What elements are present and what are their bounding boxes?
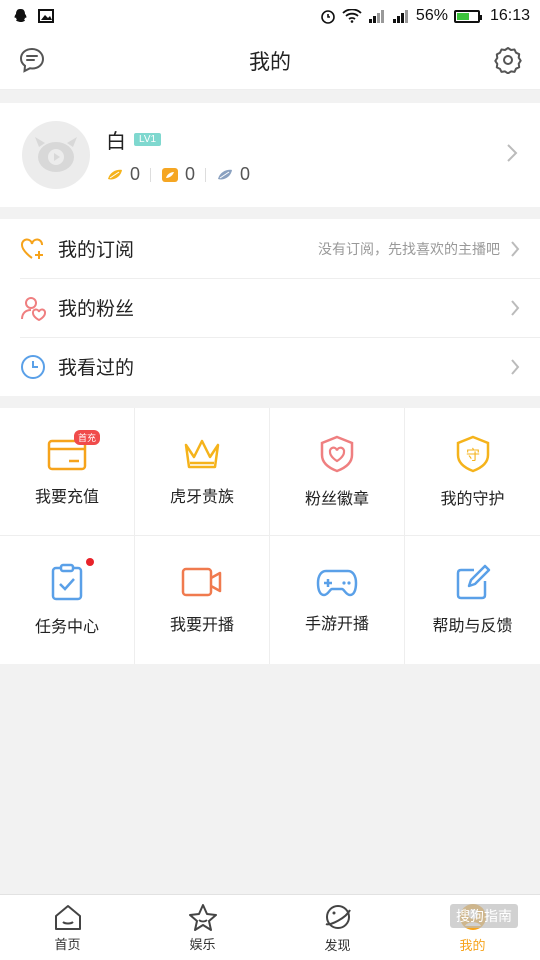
menu-item-history[interactable]: 我看过的 <box>0 337 540 396</box>
gamepad-icon <box>316 569 358 597</box>
status-bar: 56% 16:13 <box>0 0 540 32</box>
signal-icon-2 <box>392 10 408 23</box>
profile-name: 白 <box>106 131 126 153</box>
clock-icon <box>21 354 45 379</box>
grid-item-tasks[interactable]: 任务中心 <box>0 536 135 664</box>
video-camera-icon <box>181 567 222 597</box>
avatar[interactable] <box>22 121 90 189</box>
chevron-right-icon <box>511 240 520 257</box>
clock-time: 16:13 <box>489 7 530 24</box>
tab-home[interactable]: 首页 <box>0 895 135 960</box>
silver-bean-count: 0 <box>240 164 251 184</box>
menu-label: 我的订阅 <box>58 240 135 261</box>
tab-label: 发现 <box>324 937 351 953</box>
grid-item-nobility[interactable]: 虎牙贵族 <box>135 408 270 536</box>
wifi-icon <box>342 9 362 23</box>
tab-entertainment[interactable]: 娱乐 <box>135 895 270 960</box>
menu-label: 我的粉丝 <box>58 299 135 320</box>
grid-item-recharge[interactable]: 首充 我要充值 <box>0 408 135 536</box>
clipboard-check-icon <box>51 563 83 601</box>
tab-label: 娱乐 <box>189 936 216 952</box>
grid-item-mobile-game-live[interactable]: 手游开播 <box>270 536 405 664</box>
gold-bean-count: 0 <box>130 164 141 184</box>
tab-label: 我的 <box>459 937 486 953</box>
grid-item-fan-badge[interactable]: 粉丝徽章 <box>270 408 405 536</box>
star-icon <box>188 903 217 931</box>
tab-discover[interactable]: 发现 <box>270 895 405 960</box>
menu-item-fans[interactable]: 我的粉丝 <box>0 278 540 337</box>
message-icon[interactable] <box>18 46 46 79</box>
page-header: 我的 <box>0 32 540 90</box>
grid-label: 我要开播 <box>169 617 234 634</box>
signal-icon <box>368 10 384 23</box>
coin-row: 0 0 0 <box>106 164 250 185</box>
battery-icon <box>453 9 482 23</box>
tab-label: 首页 <box>54 936 81 952</box>
gold-bean-icon <box>108 169 122 179</box>
menu-list: 我的订阅 没有订阅，先找喜欢的主播吧 我的粉丝 我看过的 <box>0 219 540 396</box>
grid-label: 手游开播 <box>304 616 369 633</box>
chevron-right-icon <box>507 144 518 162</box>
alarm-icon <box>321 10 335 24</box>
image-icon <box>38 9 54 23</box>
watermark: 搜狗指南 <box>450 904 518 928</box>
page-title: 我的 <box>249 50 291 74</box>
qq-icon <box>14 9 27 22</box>
grid-item-help-feedback[interactable]: 帮助与反馈 <box>405 536 540 664</box>
grid-label: 虎牙贵族 <box>169 488 234 506</box>
grid-label: 任务中心 <box>34 619 99 636</box>
menu-label: 我看过的 <box>58 358 135 379</box>
grid-label: 帮助与反馈 <box>432 618 513 635</box>
home-icon <box>54 904 81 930</box>
level-badge: LV1 <box>134 133 162 146</box>
gold-ticket-count: 0 <box>185 164 196 184</box>
menu-item-subscriptions[interactable]: 我的订阅 没有订阅，先找喜欢的主播吧 <box>0 219 540 278</box>
grid-item-guard[interactable]: 守 我的守护 <box>405 408 540 536</box>
grid-item-start-live[interactable]: 我要开播 <box>135 536 270 664</box>
notification-dot <box>86 558 94 566</box>
silver-bean-icon <box>218 169 233 179</box>
feature-grid: 首充 我要充值 虎牙贵族 粉丝徽章 守 我的守护 任务中心 我要开播 手游开播 … <box>0 408 540 664</box>
crown-icon <box>184 439 220 468</box>
heart-plus-icon <box>21 237 43 259</box>
user-heart-icon <box>21 296 46 321</box>
first-recharge-badge: 首充 <box>74 430 101 445</box>
chevron-right-icon <box>511 299 520 316</box>
grid-label: 我要充值 <box>34 488 99 506</box>
gold-ticket-icon <box>162 167 179 182</box>
edit-icon <box>456 564 490 600</box>
menu-hint: 没有订阅，先找喜欢的主播吧 <box>318 240 500 257</box>
shield-guard-icon: 守 <box>456 435 489 472</box>
grid-label: 我的守护 <box>440 490 505 508</box>
battery-percent: 56% <box>415 7 448 24</box>
profile-card[interactable]: 白 LV1 0 0 0 <box>0 103 540 207</box>
chevron-right-icon <box>511 358 520 375</box>
badge-heart-icon <box>320 435 354 472</box>
svg-text:守: 守 <box>466 448 480 464</box>
gear-icon[interactable] <box>494 46 522 79</box>
planet-icon <box>325 904 351 929</box>
grid-label: 粉丝徽章 <box>304 490 369 508</box>
